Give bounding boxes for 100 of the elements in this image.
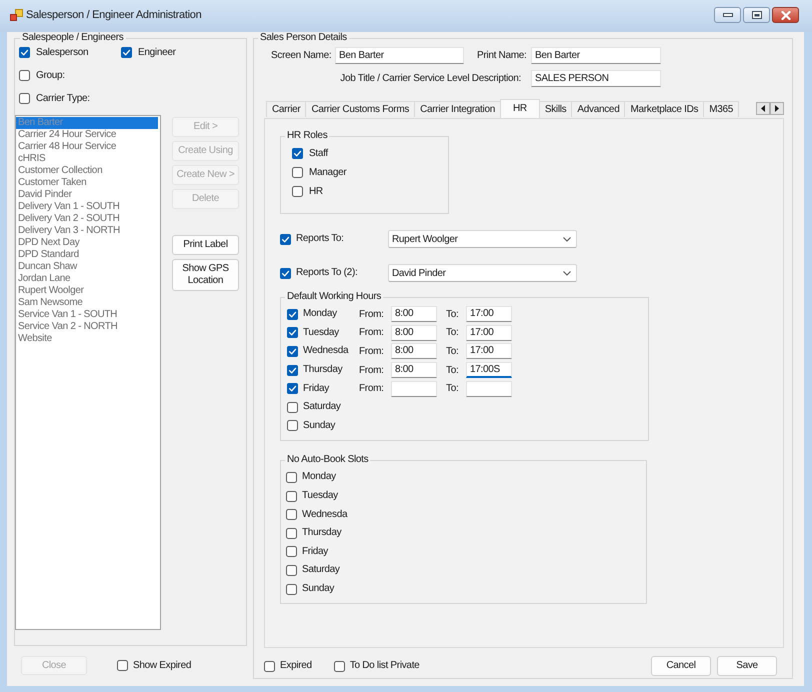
option-label: Show Expired [133,660,192,672]
from-time-field[interactable]: 8:00 [391,306,437,322]
day-label: Saturday [302,564,340,576]
checkbox[interactable] [287,364,298,376]
checkbox[interactable] [287,383,298,394]
checkbox[interactable] [286,528,297,539]
group-title: Salespeople / Engineers [21,32,125,44]
checkbox[interactable] [280,234,291,244]
checkbox[interactable] [117,660,128,671]
checkbox[interactable] [287,308,298,320]
to-label: To: [446,308,458,320]
day-label: Thursday [303,364,342,376]
checkbox[interactable] [286,490,297,502]
list-item[interactable]: Carrier 24 Hour Service [16,129,158,141]
from-label: From: [359,308,384,320]
group-title: No Auto-Book Slots [286,454,370,466]
day-label: Friday [302,546,328,558]
list-item[interactable]: Carrier 48 Hour Service [16,141,158,153]
to-time-field[interactable]: 17:00 [466,343,512,360]
tab[interactable]: Carrier Integration [414,101,501,117]
from-time-field[interactable]: 8:00 [391,343,437,360]
list-item[interactable]: DPD Next Day [16,237,158,249]
list-item[interactable]: David Pinder [16,189,158,201]
filter-label: Salesperson [36,46,88,58]
list-item[interactable]: Service Van 2 - NORTH [16,321,158,333]
reports-to-dropdown[interactable]: Rupert Woolger [388,230,577,248]
checkbox[interactable] [292,186,303,197]
list-item[interactable]: Customer Taken [16,177,158,189]
checkbox[interactable] [286,472,297,483]
screen-name-field[interactable]: Ben Barter [335,47,464,64]
maximize-button[interactable] [743,7,770,23]
app-icon [10,9,23,22]
role-label: HR [309,186,323,198]
to-time-field[interactable] [466,380,512,397]
tab-scroll-right-button[interactable] [770,102,784,115]
checkbox[interactable] [287,420,298,432]
close-button[interactable] [772,7,799,23]
option-label: Expired [280,660,312,672]
checkbox[interactable] [19,70,30,81]
role-label: Manager [309,166,346,178]
day-label: Tuesday [302,490,338,502]
tab[interactable]: HR [500,99,540,118]
list-item[interactable]: Delivery Van 2 - SOUTH [16,213,158,225]
checkbox[interactable] [19,93,30,104]
action-button[interactable]: Print Label [172,235,239,255]
list-item[interactable]: Delivery Van 1 - SOUTH [16,201,158,213]
filter-label: Group: [36,70,65,82]
checkbox[interactable] [287,402,298,413]
day-label: Wednesda [303,345,348,358]
list-item[interactable]: Delivery Van 3 - NORTH [16,225,158,237]
save-button[interactable]: Save [717,656,777,676]
print-name-field[interactable]: Ben Barter [531,47,661,64]
minimize-button[interactable] [714,7,741,23]
option-label: To Do list Private [350,660,420,672]
to-label: To: [446,346,458,357]
checkbox[interactable] [280,268,291,278]
checkbox[interactable] [286,509,297,520]
job-title-field[interactable]: SALES PERSON [531,70,661,87]
from-time-field[interactable]: 8:00 [391,362,437,378]
field-label: Print Name: [477,50,526,61]
list-item[interactable]: Jordan Lane [16,273,158,285]
from-time-field[interactable] [391,380,437,397]
day-label: Thursday [302,527,342,540]
list-item[interactable]: Service Van 1 - SOUTH [16,309,158,321]
checkbox[interactable] [264,660,275,672]
people-list[interactable] [15,115,161,630]
checkbox[interactable] [292,167,303,178]
role-label: Staff [309,148,328,160]
checkbox[interactable] [286,546,297,558]
list-item[interactable]: Duncan Shaw [16,261,158,273]
to-time-field[interactable]: 17:00 [466,306,512,322]
list-item[interactable]: Rupert Woolger [16,285,158,297]
checkbox[interactable] [287,327,298,338]
action-button[interactable]: Show GPS Location [172,259,239,291]
day-label: Monday [303,308,337,320]
from-label: From: [359,327,384,338]
reports-to-dropdown[interactable]: David Pinder [388,264,577,282]
checkbox[interactable] [19,47,30,58]
tab[interactable]: M365 [703,101,740,117]
checkbox[interactable] [292,148,303,159]
checkbox[interactable] [286,564,297,576]
day-label: Tuesday [303,326,339,339]
tab[interactable]: Carrier [266,101,306,117]
list-item[interactable]: Sam Newsome [16,297,158,309]
cancel-button[interactable]: Cancel [651,656,711,676]
list-item[interactable]: Website [16,333,158,345]
from-time-field[interactable]: 8:00 [391,324,437,341]
checkbox[interactable] [286,584,297,595]
checkbox[interactable] [121,47,132,58]
to-label: To: [446,364,458,376]
list-item[interactable]: DPD Standard [16,249,158,261]
to-time-field[interactable]: 17:00 [466,324,512,341]
to-time-field[interactable]: 17:00S [466,362,512,378]
list-item[interactable]: cHRIS [16,153,158,165]
tab[interactable]: Marketplace IDs [624,101,704,117]
tab-scroll-left-button[interactable] [756,102,770,115]
list-item[interactable]: Customer Collection [16,165,158,177]
day-label: Monday [302,471,336,484]
checkbox[interactable] [287,346,298,357]
checkbox[interactable] [334,660,345,672]
